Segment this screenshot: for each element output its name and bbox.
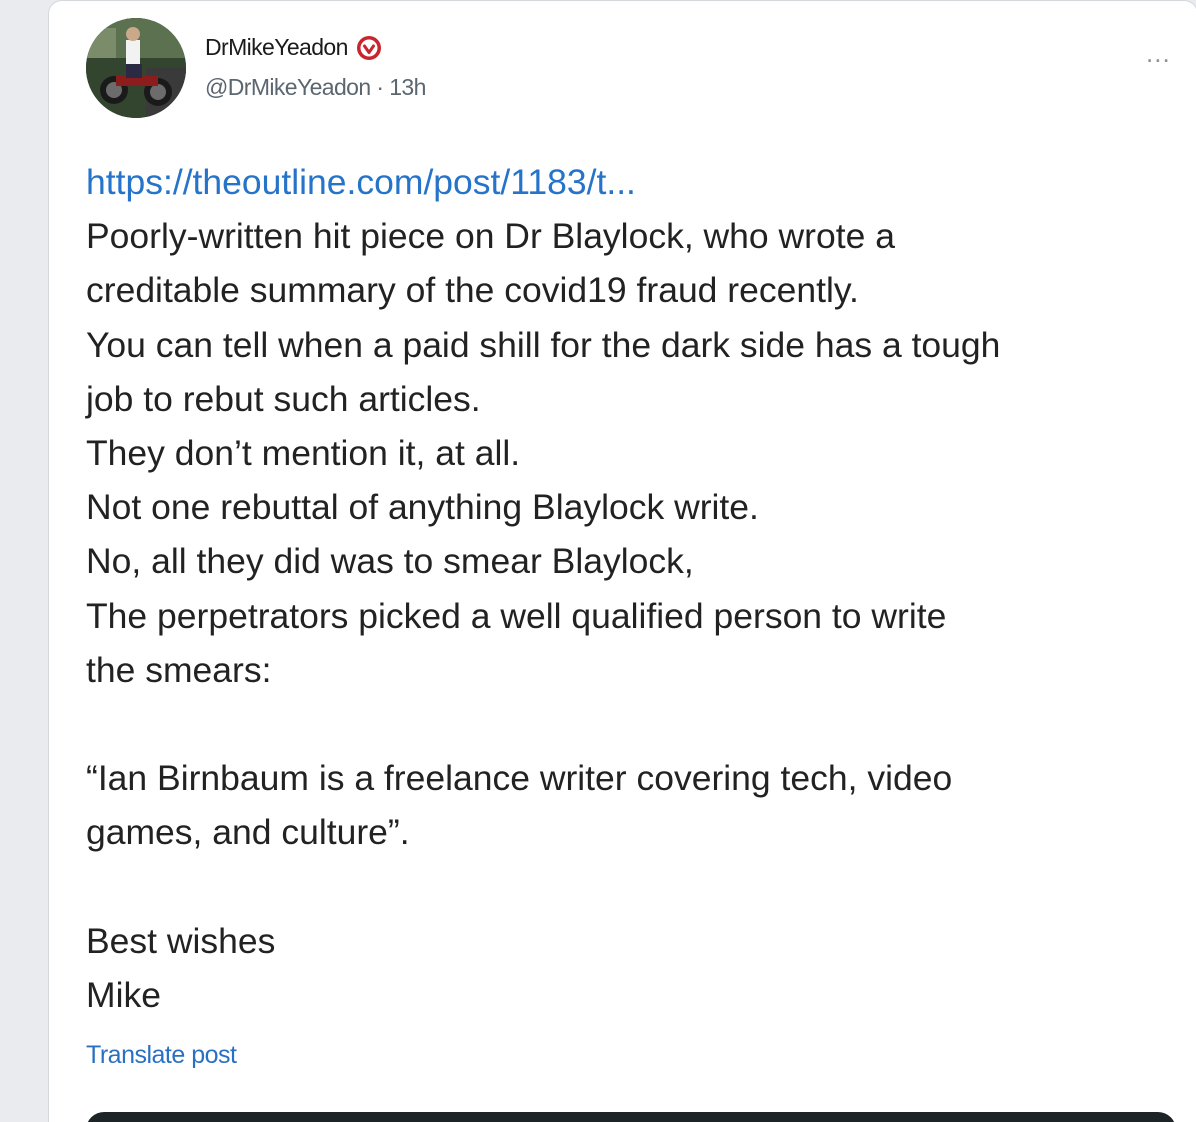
verified-badge-icon bbox=[356, 35, 382, 61]
post-line: No, all they did was to smear Blaylock, bbox=[86, 541, 694, 582]
translate-post-link[interactable]: Translate post bbox=[86, 1041, 237, 1070]
post-line: Not one rebuttal of anything Blaylock wr… bbox=[86, 487, 759, 528]
meta-separator: · bbox=[370, 74, 390, 100]
post-blank-line bbox=[86, 697, 1186, 751]
author-avatar[interactable] bbox=[86, 18, 186, 118]
post-line: creditable summary of the covid19 fraud … bbox=[86, 270, 859, 311]
motorcycle-avatar-image bbox=[86, 18, 186, 118]
post-line: the smears: bbox=[86, 649, 272, 690]
post-line: “Ian Birnbaum is a freelance writer cove… bbox=[86, 758, 953, 799]
post-line: You can tell when a paid shill for the d… bbox=[86, 324, 1001, 365]
post-line: Mike bbox=[86, 975, 161, 1016]
post-timestamp[interactable]: 13h bbox=[389, 74, 426, 100]
post-line: They don’t mention it, at all. bbox=[86, 433, 521, 474]
author-handle-line: @DrMikeYeadon · 13h bbox=[205, 74, 426, 101]
post-body: https://theoutline.com/post/1183/t... Po… bbox=[86, 155, 1186, 1022]
author-name-text: DrMikeYeadon bbox=[205, 34, 348, 60]
media-preview[interactable] bbox=[86, 1112, 1176, 1122]
post-line: job to rebut such articles. bbox=[86, 378, 481, 419]
more-options-icon[interactable]: ... bbox=[1146, 38, 1171, 69]
post-line: Poorly-written hit piece on Dr Blaylock,… bbox=[86, 216, 895, 257]
page: DrMikeYeadon @DrMikeYeadon · 13h ... htt… bbox=[0, 0, 1196, 1122]
post-line: The perpetrators picked a well qualified… bbox=[86, 595, 947, 636]
author-display-name[interactable]: DrMikeYeadon bbox=[205, 34, 382, 61]
author-handle[interactable]: @DrMikeYeadon bbox=[205, 74, 371, 100]
post-line: Best wishes bbox=[86, 920, 276, 961]
post-blank-line bbox=[86, 860, 1186, 914]
post-line: games, and culture”. bbox=[86, 812, 410, 853]
post-link[interactable]: https://theoutline.com/post/1183/t... bbox=[86, 155, 1186, 209]
